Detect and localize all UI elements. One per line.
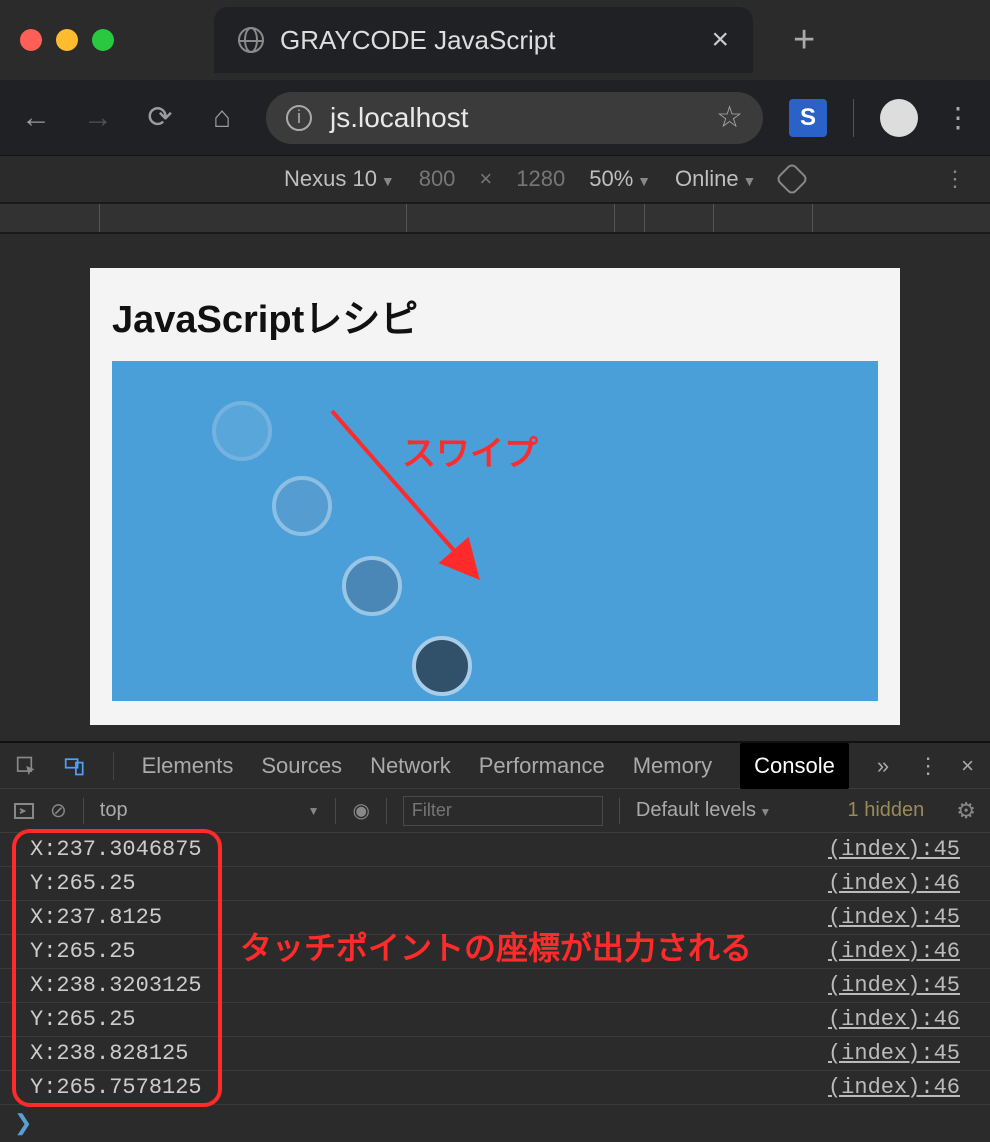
console-message: Y:265.25 (30, 939, 136, 964)
console-row[interactable]: X:237.3046875 (index):45 (0, 833, 990, 867)
close-window-button[interactable] (20, 29, 42, 51)
hidden-messages-count[interactable]: 1 hidden (848, 799, 925, 822)
page-content[interactable]: JavaScriptレシピ スワイプ (90, 268, 900, 725)
console-row[interactable]: X:238.828125 (index):45 (0, 1037, 990, 1071)
window-titlebar: GRAYCODE JavaScript × + (0, 0, 990, 80)
output-annotation: タッチポイントの座標が出力される (240, 923, 752, 969)
zoom-select[interactable]: 50% (589, 166, 651, 192)
tab-sources[interactable]: Sources (261, 753, 342, 779)
device-width[interactable]: 800 (419, 166, 456, 192)
console-message: Y:265.25 (30, 1007, 136, 1032)
touch-canvas[interactable]: スワイプ (112, 361, 878, 701)
console-message: Y:265.25 (30, 871, 136, 896)
inspect-element-icon[interactable] (16, 754, 36, 778)
chrome-menu-button[interactable]: ⋮ (944, 101, 972, 134)
devtools-menu-button[interactable]: ⋮ (917, 753, 939, 779)
close-tab-button[interactable]: × (711, 23, 729, 57)
tab-network[interactable]: Network (370, 753, 451, 779)
console-source-link[interactable]: (index):46 (828, 939, 960, 964)
console-source-link[interactable]: (index):45 (828, 1041, 960, 1066)
console-message: X:237.3046875 (30, 837, 202, 862)
swipe-annotation: スワイプ (402, 426, 538, 475)
ruler (0, 204, 990, 234)
console-divider (619, 798, 620, 824)
console-message: X:238.3203125 (30, 973, 202, 998)
minimize-window-button[interactable] (56, 29, 78, 51)
console-row[interactable]: Y:265.25 (index):46 (0, 1003, 990, 1037)
toolbar: ← → ⟳ ⌂ i js.localhost ☆ S ⋮ (0, 80, 990, 156)
console-source-link[interactable]: (index):45 (828, 905, 960, 930)
devtools-divider (113, 752, 114, 780)
device-select[interactable]: Nexus 10 (284, 166, 395, 192)
console-prompt[interactable]: ❯ (0, 1105, 990, 1142)
extension-icon[interactable]: S (789, 99, 827, 137)
page-heading: JavaScriptレシピ (112, 288, 878, 343)
console-row[interactable]: Y:265.25 (index):46 (0, 867, 990, 901)
console-divider (386, 798, 387, 824)
toolbar-divider (853, 99, 854, 137)
execution-context-select[interactable]: top (100, 799, 320, 822)
console-message: Y:265.7578125 (30, 1075, 202, 1100)
maximize-window-button[interactable] (92, 29, 114, 51)
console-filter-input[interactable] (403, 796, 603, 826)
reload-button[interactable]: ⟳ (142, 100, 178, 135)
console-sidebar-toggle-icon[interactable] (14, 801, 34, 821)
globe-icon (238, 27, 264, 53)
console-row[interactable]: Y:265.7578125 (index):46 (0, 1071, 990, 1105)
dimension-x: × (479, 166, 492, 192)
clear-console-icon[interactable]: ⊘ (50, 798, 67, 823)
site-info-icon[interactable]: i (286, 105, 312, 131)
console-source-link[interactable]: (index):46 (828, 1007, 960, 1032)
rotate-icon[interactable] (775, 162, 809, 196)
console-message: X:238.828125 (30, 1041, 188, 1066)
forward-button[interactable]: → (80, 101, 116, 135)
profile-avatar[interactable] (880, 99, 918, 137)
new-tab-button[interactable]: + (793, 19, 815, 62)
device-height[interactable]: 1280 (516, 166, 565, 192)
tab-elements[interactable]: Elements (142, 753, 234, 779)
devtools-tabstrip: Elements Sources Network Performance Mem… (0, 741, 990, 789)
console-source-link[interactable]: (index):46 (828, 871, 960, 896)
device-toolbar: Nexus 10 800 × 1280 50% Online ⋮ (0, 156, 990, 204)
console-settings-icon[interactable]: ⚙ (956, 798, 976, 824)
console-divider (335, 798, 336, 824)
console-divider (83, 798, 84, 824)
throttling-select[interactable]: Online (675, 166, 756, 192)
back-button[interactable]: ← (18, 101, 54, 135)
log-levels-select[interactable]: Default levels (636, 799, 771, 822)
tab-performance[interactable]: Performance (479, 753, 605, 779)
console-toolbar: ⊘ top ◉ Default levels 1 hidden ⚙ (0, 789, 990, 833)
console-source-link[interactable]: (index):45 (828, 973, 960, 998)
bookmark-star-icon[interactable]: ☆ (716, 100, 743, 135)
console-source-link[interactable]: (index):46 (828, 1075, 960, 1100)
more-tabs-button[interactable]: » (877, 753, 889, 779)
omnibox[interactable]: i js.localhost ☆ (266, 92, 763, 144)
browser-tab[interactable]: GRAYCODE JavaScript × (214, 7, 753, 73)
console-message: X:237.8125 (30, 905, 162, 930)
console-row[interactable]: X:238.3203125 (index):45 (0, 969, 990, 1003)
devtools-close-button[interactable]: × (961, 753, 974, 779)
tab-memory[interactable]: Memory (633, 753, 712, 779)
device-mode-icon[interactable] (64, 754, 84, 778)
viewport: JavaScriptレシピ スワイプ (0, 234, 990, 741)
tab-console[interactable]: Console (740, 743, 849, 789)
tab-title: GRAYCODE JavaScript (280, 25, 555, 56)
home-button[interactable]: ⌂ (204, 101, 240, 135)
console-source-link[interactable]: (index):45 (828, 837, 960, 862)
console-output: タッチポイントの座標が出力される X:237.3046875 (index):4… (0, 833, 990, 1142)
touch-point-dot (412, 636, 472, 696)
traffic-lights (20, 29, 114, 51)
url-text: js.localhost (330, 102, 469, 134)
device-toolbar-menu[interactable]: ⋮ (944, 166, 966, 192)
touch-trail-dot (212, 401, 272, 461)
live-expression-icon[interactable]: ◉ (352, 798, 369, 823)
